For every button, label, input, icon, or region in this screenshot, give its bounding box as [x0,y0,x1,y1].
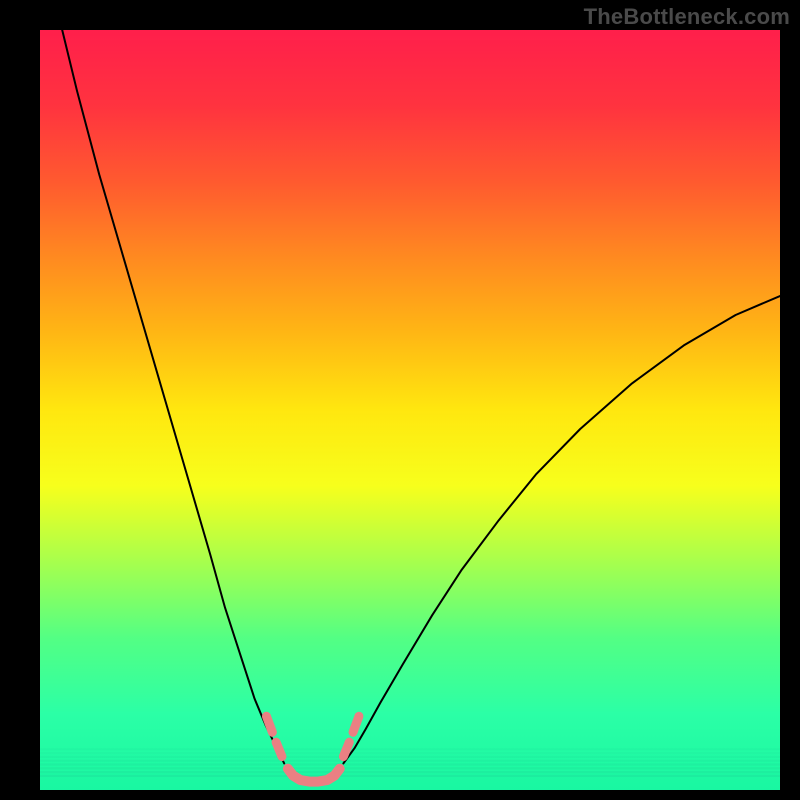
bottleneck-curve-chart [40,30,780,790]
accent-nub-2 [343,742,349,756]
accent-nub-0 [266,716,272,732]
accent-nub-1 [276,742,282,756]
chart-frame: TheBottleneck.com [0,0,800,800]
accent-nub-3 [353,716,359,732]
watermark-text: TheBottleneck.com [584,4,790,30]
plot-area [40,30,780,790]
